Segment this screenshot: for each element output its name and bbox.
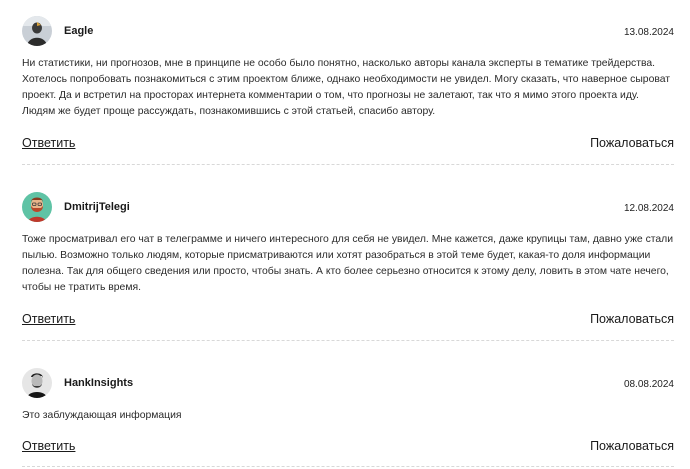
comment-author: DmitrijTelegi: [64, 201, 130, 213]
complain-button[interactable]: Пожаловаться: [590, 136, 674, 150]
comment-header: HankInsights 08.08.2024: [22, 368, 674, 402]
comment-text: Ни статистики, ни прогнозов, мне в принц…: [22, 58, 671, 117]
comment-author: Eagle: [64, 25, 94, 37]
avatar[interactable]: [22, 16, 52, 46]
comment-actions: Ответить Пожаловаться: [22, 439, 674, 457]
reply-button[interactable]: Ответить: [22, 439, 75, 453]
comment-item: Eagle 13.08.2024 Ни статистики, ни прогн…: [22, 16, 674, 165]
avatar[interactable]: [22, 368, 52, 398]
comment-date: 08.08.2024: [623, 379, 674, 390]
complain-button[interactable]: Пожаловаться: [590, 312, 674, 326]
comment-author: HankInsights: [64, 377, 134, 389]
comment-divider: [22, 466, 674, 467]
comment-divider: [22, 164, 674, 165]
reply-button[interactable]: Ответить: [22, 312, 75, 326]
comment-actions: Ответить Пожаловаться: [22, 136, 674, 154]
comment-date: 13.08.2024: [623, 27, 674, 38]
eagle-avatar-icon: [22, 16, 52, 46]
comment-text: Это заблуждающая информация: [22, 410, 182, 421]
comment-item: HankInsights 08.08.2024 Это заблуждающая…: [22, 368, 674, 467]
comment-date: 12.08.2024: [623, 203, 674, 214]
comment-divider: [22, 340, 674, 341]
reply-button[interactable]: Ответить: [22, 136, 75, 150]
comment-header: DmitrijTelegi 12.08.2024: [22, 192, 674, 226]
comment-item: DmitrijTelegi 12.08.2024 Тоже просматрив…: [22, 192, 674, 341]
comment-header: Eagle 13.08.2024: [22, 16, 674, 50]
complain-button[interactable]: Пожаловаться: [590, 439, 674, 453]
comment-actions: Ответить Пожаловаться: [22, 312, 674, 330]
avatar[interactable]: [22, 192, 52, 222]
comment-text: Тоже просматривал его чат в телеграмме и…: [22, 234, 674, 293]
man-portrait-avatar-icon: [22, 368, 52, 398]
bearded-man-avatar-icon: [22, 192, 52, 222]
